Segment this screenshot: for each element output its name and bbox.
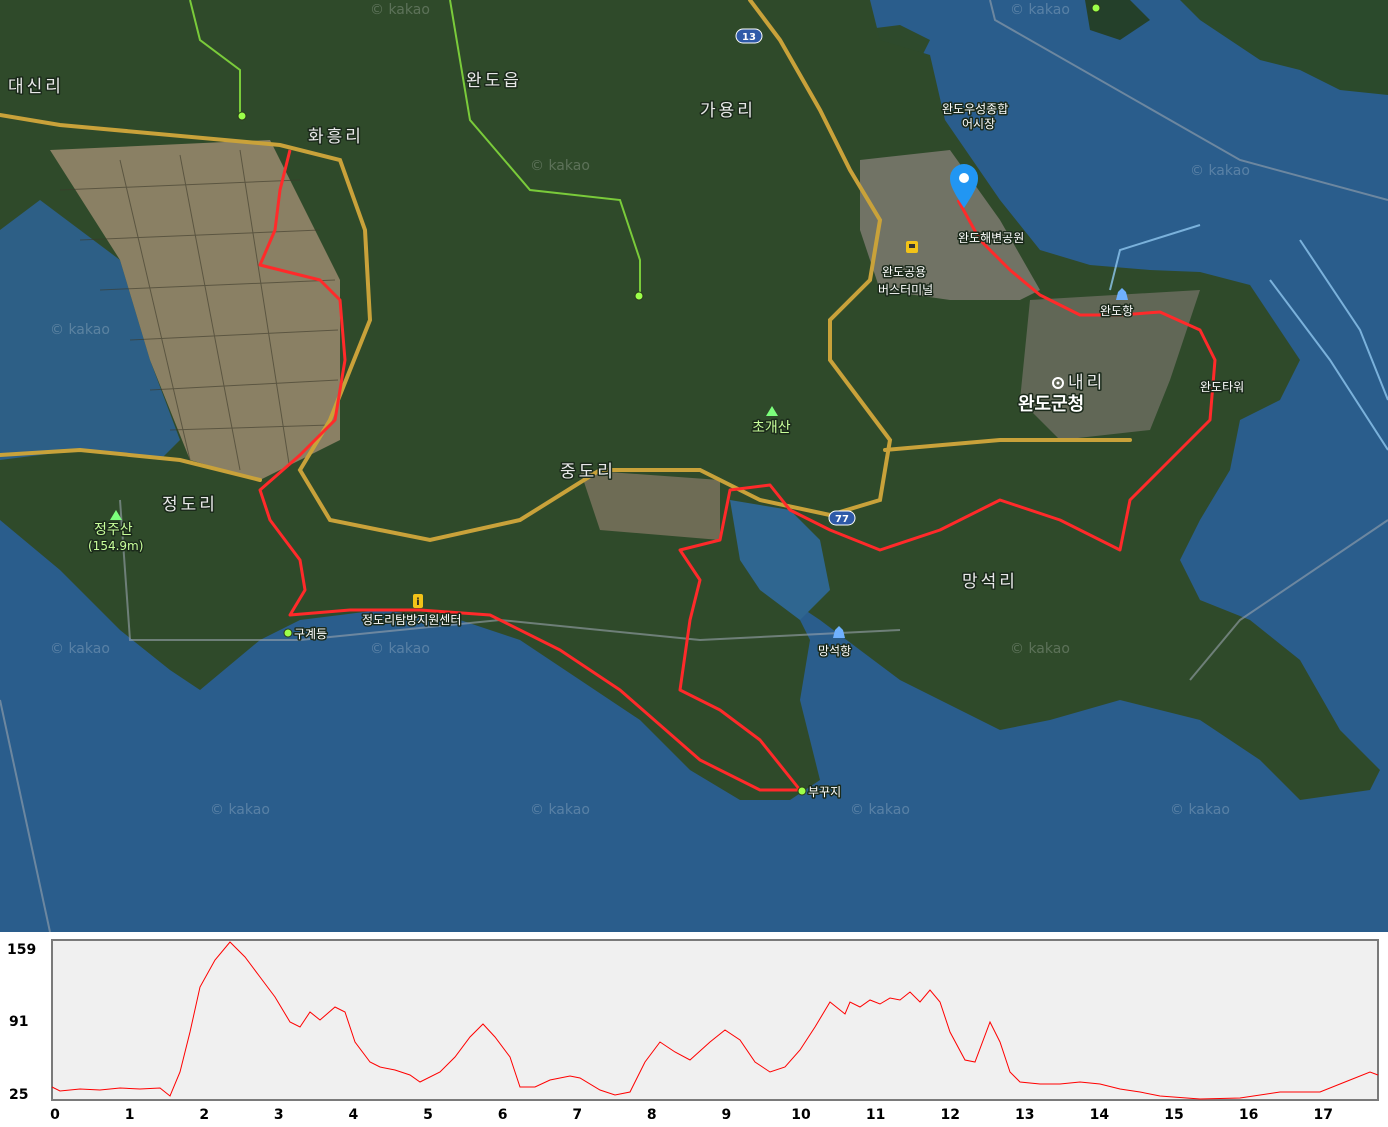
x-tick-label: 1 [125, 1107, 135, 1123]
trail-node-icon [1091, 3, 1101, 13]
svg-text:© kakao: © kakao [530, 802, 590, 818]
label-jungdo-ri: 중도리 [560, 462, 616, 482]
route-13-shield: 13 [735, 28, 763, 44]
label-jeongjusan-height: (154.9m) [88, 539, 143, 553]
profile-plot-area [51, 939, 1379, 1101]
svg-text:© kakao: © kakao [850, 802, 910, 818]
trail-node-icon [237, 111, 247, 121]
svg-text:13: 13 [742, 32, 756, 43]
x-tick-label: 14 [1090, 1107, 1110, 1123]
y-tick-label: 91 [9, 1014, 28, 1030]
label-beach-park: 완도해변공원 [958, 231, 1024, 245]
label-hwaheung-ri: 화흥리 [308, 127, 364, 147]
x-tick-label: 4 [349, 1107, 359, 1123]
trail-node-icon [634, 291, 644, 301]
x-tick-label: 0 [50, 1107, 60, 1123]
label-bus-terminal-2: 버스터미널 [878, 283, 933, 297]
label-gayong-ri: 가용리 [700, 101, 756, 121]
label-wando-port: 완도항 [1100, 304, 1133, 318]
svg-text:© kakao: © kakao [50, 641, 110, 657]
svg-text:© kakao: © kakao [210, 802, 270, 818]
label-nae-ri: 내리 [1068, 373, 1105, 393]
elevation-profile[interactable]: 159 91 25 0 1 2 3 4 5 6 7 8 9 10 11 12 13 14 15 16 17 [0, 932, 1388, 1127]
bus-terminal-icon [906, 241, 918, 253]
x-tick-label: 8 [647, 1107, 657, 1123]
x-tick-label: 6 [498, 1107, 508, 1123]
label-county-office: 완도군청 [1018, 394, 1084, 415]
svg-text:© kakao: © kakao [530, 158, 590, 174]
label-fish-market: 완도우성종합 [942, 102, 1008, 116]
label-chogaesan: 초개산 [752, 420, 791, 436]
label-wando-eup: 완도읍 [466, 71, 522, 91]
svg-text:© kakao: © kakao [370, 2, 430, 18]
x-tick-label: 3 [274, 1107, 284, 1123]
route-77-shield: 77 [828, 510, 856, 526]
svg-text:© kakao: © kakao [370, 641, 430, 657]
x-tick-label: 12 [940, 1107, 959, 1123]
svg-text:© kakao: © kakao [1010, 641, 1070, 657]
x-tick-label: 15 [1164, 1107, 1183, 1123]
x-tick-label: 2 [199, 1107, 209, 1123]
label-fish-market-2: 어시장 [962, 117, 995, 131]
gugyedeung-pin-icon [283, 628, 293, 638]
label-wando-tower: 완도타워 [1200, 380, 1244, 394]
label-manseok-port: 망석항 [818, 644, 851, 658]
y-tick-label: 159 [7, 942, 36, 958]
label-jeongjusan: 정주산 [94, 522, 133, 538]
x-tick-label: 11 [866, 1107, 885, 1123]
bukkuji-pin-icon [797, 786, 807, 796]
info-icon: i [413, 594, 423, 608]
x-tick-label: 7 [572, 1107, 582, 1123]
y-tick-label: 25 [9, 1087, 28, 1103]
label-bus-terminal: 완도공용 [882, 265, 926, 279]
label-jeongdo-ri: 정도리 [162, 495, 218, 515]
svg-text:© kakao: © kakao [1170, 802, 1230, 818]
x-tick-label: 16 [1239, 1107, 1258, 1123]
svg-text:i: i [416, 597, 419, 608]
svg-text:77: 77 [835, 514, 849, 525]
svg-text:© kakao: © kakao [1010, 2, 1070, 18]
label-manseok-ri: 망석리 [962, 572, 1018, 592]
svg-text:© kakao: © kakao [1190, 163, 1250, 179]
label-gugyedeung: 구계등 [294, 627, 327, 641]
label-daesin-ri: 대신리 [8, 77, 64, 97]
x-tick-label: 9 [722, 1107, 732, 1123]
x-tick-label: 17 [1313, 1107, 1332, 1123]
label-visitor-center: 정도리탐방지원센터 [362, 613, 461, 627]
label-bukkuji: 부꾸지 [808, 785, 841, 799]
x-tick-label: 5 [423, 1107, 433, 1123]
x-tick-label: 13 [1015, 1107, 1034, 1123]
svg-text:© kakao: © kakao [50, 322, 110, 338]
x-tick-label: 10 [791, 1107, 811, 1123]
satellite-map[interactable]: 13 77 i © kakao © kakao © kakao © kakao … [0, 0, 1388, 932]
